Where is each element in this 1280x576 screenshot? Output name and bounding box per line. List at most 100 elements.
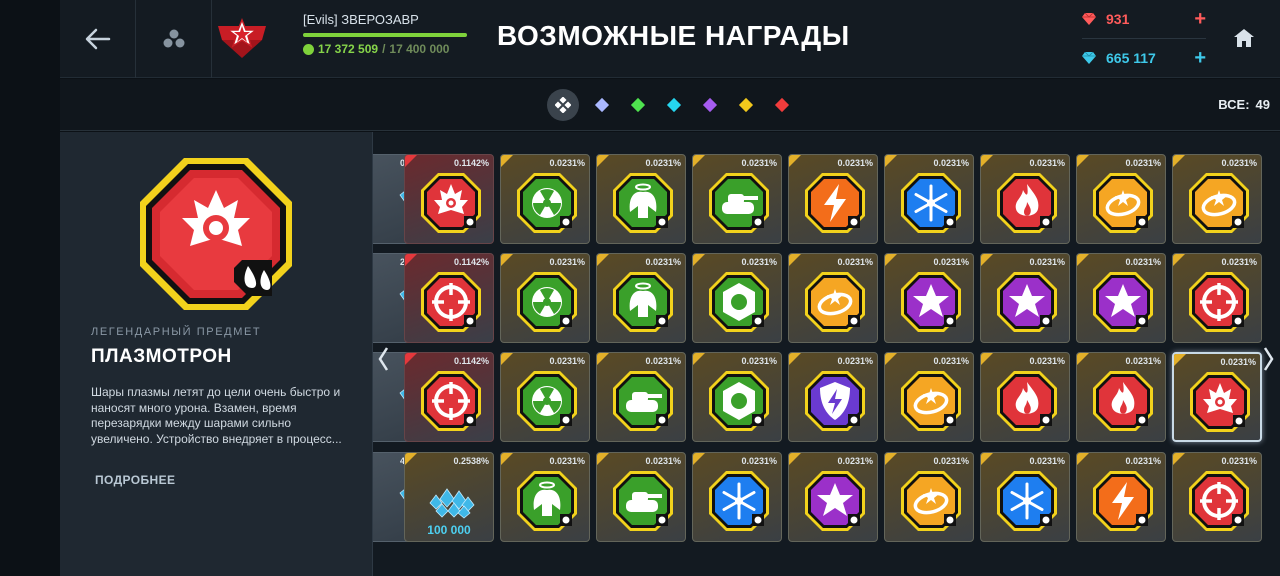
exotic-gem-icon (774, 97, 790, 113)
reward-tile[interactable]: 0.0231% (1172, 154, 1262, 244)
lightning-icon (1093, 471, 1153, 531)
star-icon (1093, 272, 1153, 332)
reward-tile[interactable]: 0.0231% (596, 253, 686, 343)
legendary-gem-icon (738, 97, 754, 113)
reward-tile[interactable]: 0.0231% (500, 352, 590, 442)
nut-icon (709, 371, 769, 431)
reward-tile[interactable]: 0.0231% (788, 352, 878, 442)
xp-current: 17 372 509 (318, 42, 379, 56)
page-title: ВОЗМОЖНЫЕ НАГРАДЫ (497, 20, 850, 51)
reward-tile[interactable]: 0.0231% (596, 452, 686, 542)
rarity-corner (981, 254, 993, 266)
xp-icon (303, 43, 314, 55)
drop-chance: 0.0231% (933, 158, 969, 168)
add-rubies-button[interactable]: + (1194, 9, 1206, 29)
uncommon-gem-icon (630, 97, 646, 113)
firebird-icon (1190, 372, 1250, 432)
reward-tile[interactable]: 0.0231% (500, 253, 590, 343)
filter-epic[interactable] (697, 90, 723, 120)
reward-tile[interactable]: 0.0231% (980, 154, 1070, 244)
reward-tile[interactable]: 0.1142% (404, 352, 494, 442)
home-button[interactable] (1224, 18, 1264, 58)
reward-tile[interactable]: 0.0231% (1172, 452, 1262, 542)
filter-uncommon[interactable] (625, 90, 651, 120)
reward-tile[interactable]: 0.0231% (500, 452, 590, 542)
rarity-corner (885, 254, 897, 266)
target-icon (1189, 471, 1249, 531)
drop-chance: 0.0231% (645, 257, 681, 267)
filter-exotic[interactable] (769, 90, 795, 120)
rank-badge-icon[interactable] (218, 18, 266, 60)
drop-chance: 0.0231% (741, 356, 777, 366)
reward-tile[interactable]: 0.0231% (1076, 452, 1166, 542)
rarity-corner (501, 155, 513, 167)
reward-tile[interactable]: 0.0231% (884, 253, 974, 343)
target-icon (421, 272, 481, 332)
crystal-balance: 665 117 + (1082, 46, 1206, 70)
reward-tile[interactable]: 0.0231% (980, 352, 1070, 442)
filter-legendary[interactable] (733, 90, 759, 120)
radiation-icon (517, 272, 577, 332)
ruby-amount: 931 (1106, 11, 1130, 27)
ring-star-icon (1093, 173, 1153, 233)
reward-tile[interactable]: 0.0231% (1172, 253, 1262, 343)
scroll-left-button[interactable] (375, 344, 391, 374)
clan-button[interactable] (136, 0, 212, 78)
reward-tile[interactable]: 0.0231% (1076, 154, 1166, 244)
reward-tile[interactable]: 0.1142% (404, 253, 494, 343)
ring-star-icon (805, 272, 865, 332)
reward-tile[interactable]: 0.1142% (404, 154, 494, 244)
reward-tile[interactable]: 0.0231% (500, 154, 590, 244)
reward-tile[interactable]: 0.0231% (692, 352, 782, 442)
snowflake-icon (709, 471, 769, 531)
rarity-corner (789, 155, 801, 167)
reward-tile[interactable]: 0.0231% (692, 253, 782, 343)
drop-chance: 0.1142% (453, 257, 489, 267)
reward-tile[interactable]: 0.0231% (788, 253, 878, 343)
reward-tile[interactable]: 0.0231% (980, 253, 1070, 343)
add-crystals-button[interactable]: + (1194, 48, 1206, 68)
reward-tile[interactable]: 0.0231% (596, 352, 686, 442)
tank-icon (709, 173, 769, 233)
drop-chance: 0.1142% (453, 158, 489, 168)
rarity-corner (885, 353, 897, 365)
reward-tile[interactable]: 0.0231% (884, 352, 974, 442)
scroll-right-button[interactable] (1261, 344, 1277, 374)
reward-tile[interactable]: 0.0231% (884, 452, 974, 542)
reward-tile[interactable]: 0.0231% (884, 154, 974, 244)
star-icon (805, 471, 865, 531)
filter-all[interactable] (547, 89, 579, 121)
drop-chance: 0.0231% (741, 257, 777, 267)
rarity-corner (1077, 353, 1089, 365)
reward-tile[interactable]: 0.2538% 100 000 (404, 452, 494, 542)
angel-icon (517, 471, 577, 531)
back-button[interactable] (60, 0, 136, 78)
reward-tile[interactable]: 0.0231% (980, 452, 1070, 542)
more-details-button[interactable]: ПОДРОБНЕЕ (95, 473, 175, 487)
filter-common[interactable] (589, 90, 615, 120)
ring-star-icon (1189, 173, 1249, 233)
chevron-right-icon (1263, 347, 1274, 371)
fire-icon (1093, 371, 1153, 431)
shield-bolt-icon (805, 371, 865, 431)
reward-tile[interactable]: 0.0231% (692, 154, 782, 244)
reward-tile[interactable]: 0.0231% (1172, 352, 1262, 442)
drop-chance: 0.0231% (549, 158, 585, 168)
drop-chance: 0.0231% (1221, 257, 1257, 267)
reward-tile[interactable]: 0.0231% (788, 452, 878, 542)
angel-icon (613, 272, 673, 332)
plasmotron-icon (140, 158, 292, 310)
firebird-icon (421, 173, 481, 233)
rarity-corner (1173, 155, 1185, 167)
star-icon (997, 272, 1057, 332)
reward-tile[interactable]: 0.0231% (788, 154, 878, 244)
reward-tile[interactable]: 0.0231% (1076, 352, 1166, 442)
filter-rare[interactable] (661, 90, 687, 120)
player-info[interactable]: [Evils] ЗВЕРОЗАВР 17 372 509 / 17 400 00… (303, 12, 469, 56)
rarity-corner (405, 155, 417, 167)
drop-chance: 0.0231% (1029, 158, 1065, 168)
reward-tile[interactable]: 0.0231% (596, 154, 686, 244)
reward-tile[interactable]: 0.0231% (1076, 253, 1166, 343)
reward-tile[interactable]: 0.0231% (692, 452, 782, 542)
rarity-corner (1174, 354, 1186, 366)
